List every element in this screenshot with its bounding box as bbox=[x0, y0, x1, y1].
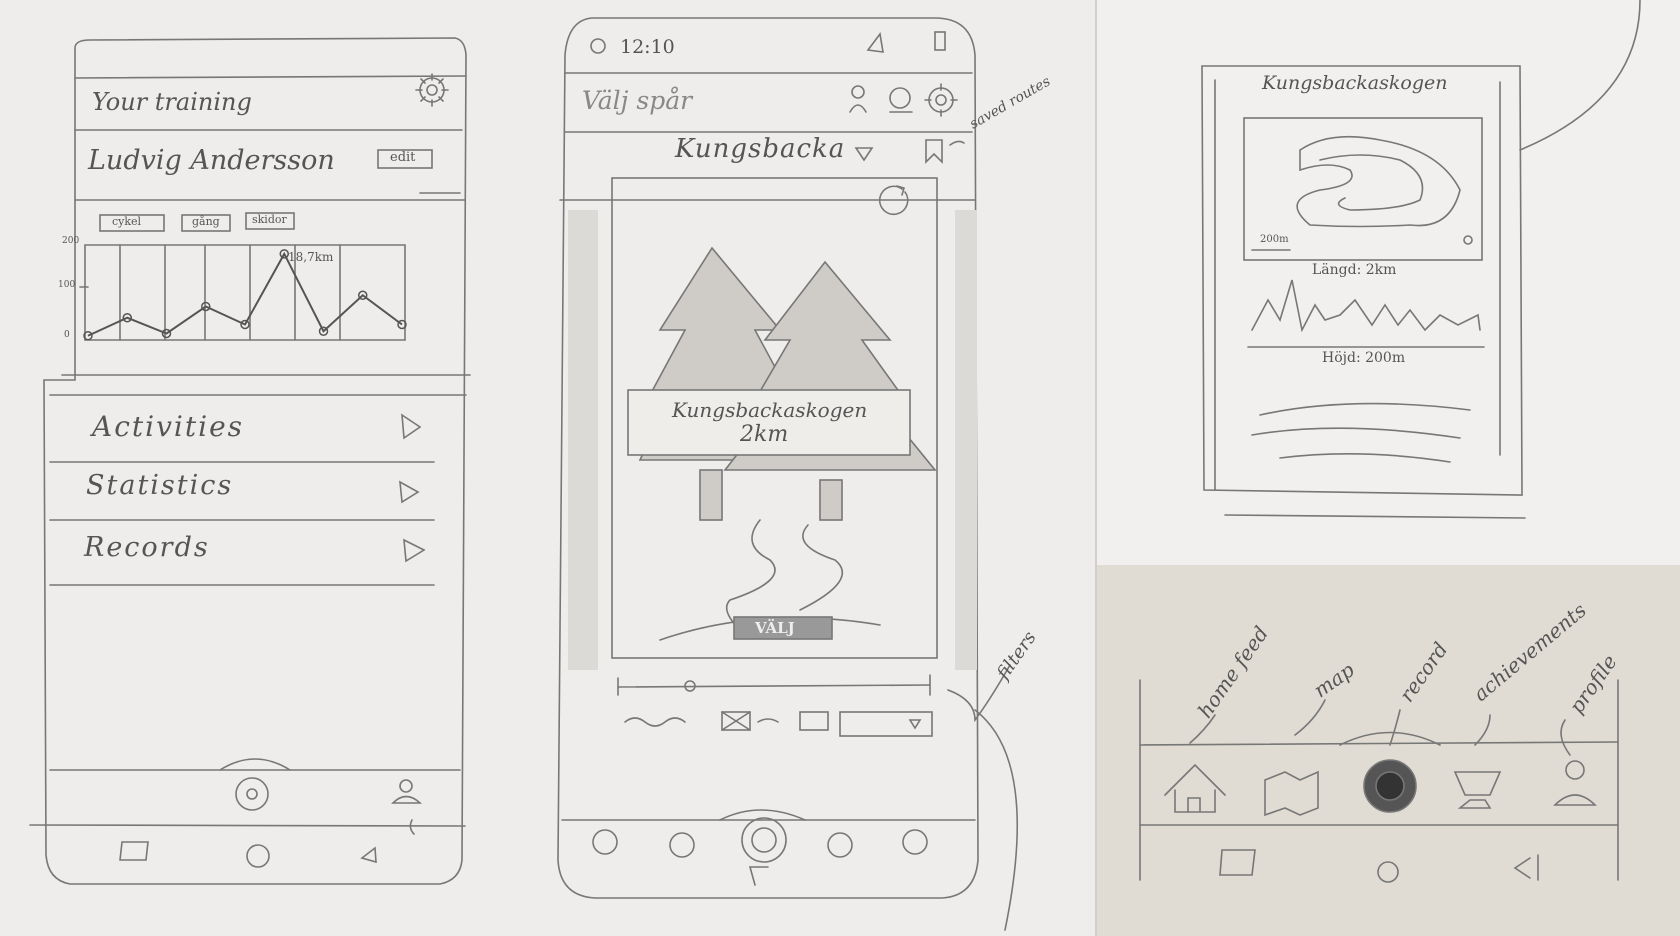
y-tick-200: 200 bbox=[62, 236, 80, 246]
map-scale-label: 200m bbox=[1260, 234, 1289, 245]
edit-label[interactable]: edit bbox=[390, 150, 415, 165]
route-height-label: Höjd: 200m bbox=[1322, 350, 1406, 366]
detail-card-title: Kungsbackaskogen bbox=[1262, 72, 1448, 94]
route-card-title: Kungsbackaskogen bbox=[672, 398, 868, 422]
chart-tab-skidor[interactable]: skidor bbox=[252, 213, 287, 226]
menu-statistics[interactable]: Statistics bbox=[86, 470, 233, 501]
route-card-distance: 2km bbox=[740, 422, 789, 447]
sketch-board: Your training Ludvig Andersson edit cyke… bbox=[0, 0, 1680, 936]
select-button-label[interactable]: VÄLJ bbox=[755, 619, 795, 637]
training-title: Your training bbox=[92, 88, 252, 116]
user-name: Ludvig Andersson bbox=[88, 145, 335, 176]
chart-tab-cykel[interactable]: cykel bbox=[112, 215, 141, 228]
route-length-label: Längd: 2km bbox=[1312, 262, 1397, 278]
chart-tab-gang[interactable]: gång bbox=[192, 215, 220, 228]
location-dropdown[interactable]: Kungsbacka bbox=[675, 134, 845, 164]
menu-records[interactable]: Records bbox=[84, 532, 210, 563]
status-time: 12:10 bbox=[620, 36, 675, 58]
choose-track-title: Välj spår bbox=[582, 86, 693, 115]
y-tick-100: 100 bbox=[58, 280, 76, 290]
menu-activities[interactable]: Activities bbox=[92, 410, 244, 443]
chart-peak-label: 18,7km bbox=[288, 250, 334, 264]
y-tick-0: 0 bbox=[64, 330, 70, 340]
